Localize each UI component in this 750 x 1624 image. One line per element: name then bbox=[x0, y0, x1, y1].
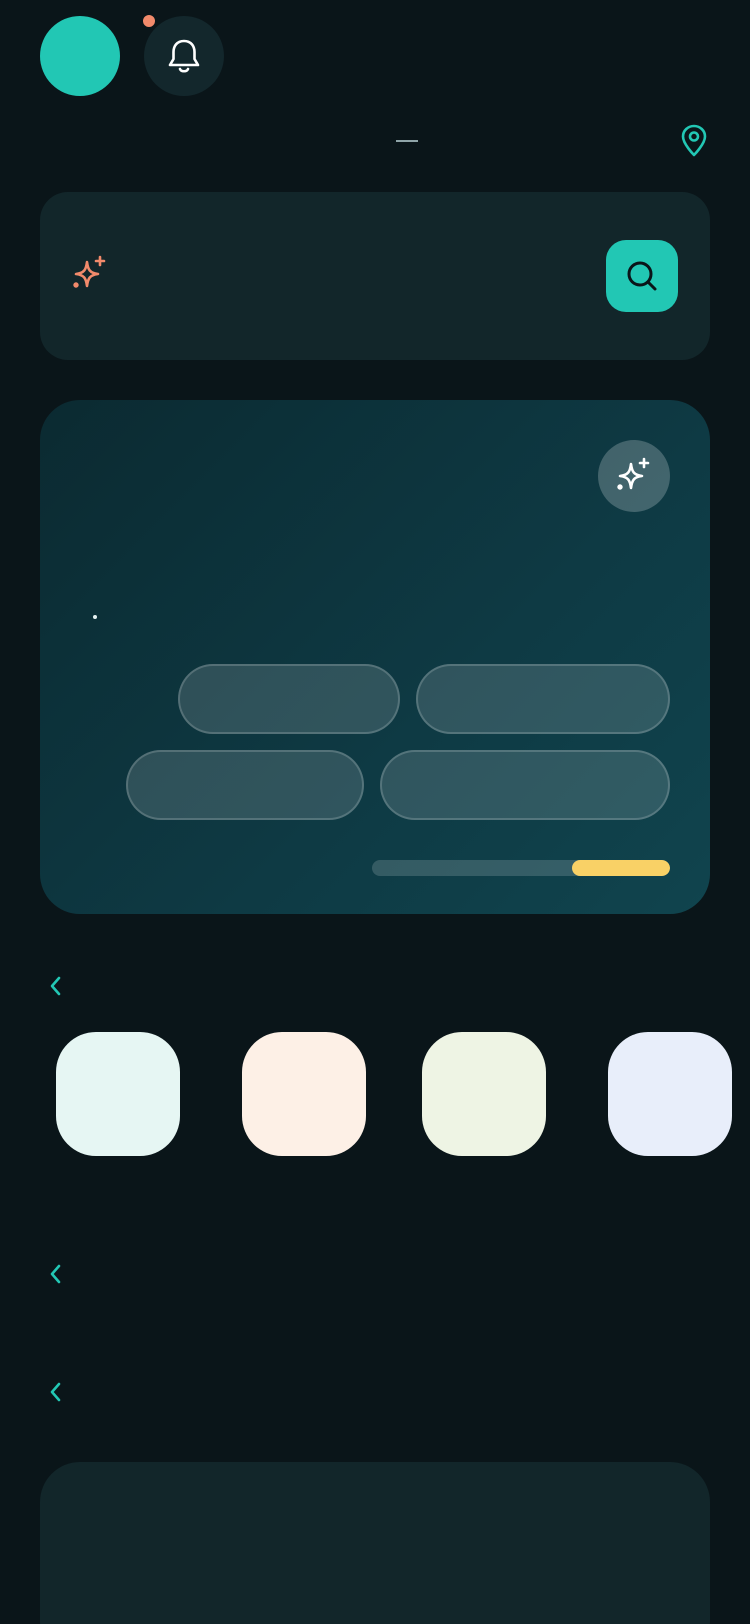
suggestion-chip[interactable] bbox=[126, 750, 364, 820]
hero-card bbox=[40, 400, 710, 914]
search-card[interactable] bbox=[40, 192, 710, 360]
progress-bar bbox=[372, 860, 670, 876]
suggestion-chip[interactable] bbox=[178, 664, 400, 734]
featured-card[interactable] bbox=[40, 1462, 710, 1624]
location-separator bbox=[396, 140, 418, 142]
avatar[interactable] bbox=[40, 16, 120, 96]
suggestion-chip[interactable] bbox=[380, 750, 670, 820]
notification-badge bbox=[140, 12, 158, 30]
location-pin-icon[interactable] bbox=[680, 124, 708, 158]
chevron-left-icon[interactable] bbox=[44, 972, 68, 1000]
chevron-left-icon[interactable] bbox=[44, 1378, 68, 1406]
chevron-left-icon[interactable] bbox=[44, 1260, 68, 1288]
sparkle-icon bbox=[73, 255, 106, 288]
ai-assistant-button[interactable] bbox=[598, 440, 670, 512]
search-icon bbox=[627, 261, 657, 291]
bell-icon bbox=[168, 39, 200, 73]
sparkle-icon bbox=[617, 457, 650, 490]
home-screen bbox=[0, 0, 750, 1624]
category-tile[interactable] bbox=[608, 1032, 732, 1156]
category-tile[interactable] bbox=[56, 1032, 180, 1156]
notifications-button[interactable] bbox=[144, 16, 224, 96]
progress-fill bbox=[571, 860, 670, 876]
location-row[interactable] bbox=[0, 120, 750, 160]
category-tile[interactable] bbox=[242, 1032, 366, 1156]
search-button[interactable] bbox=[606, 240, 678, 312]
category-tile[interactable] bbox=[422, 1032, 546, 1156]
suggestion-chip[interactable] bbox=[416, 664, 670, 734]
hero-text-dot bbox=[93, 615, 97, 619]
